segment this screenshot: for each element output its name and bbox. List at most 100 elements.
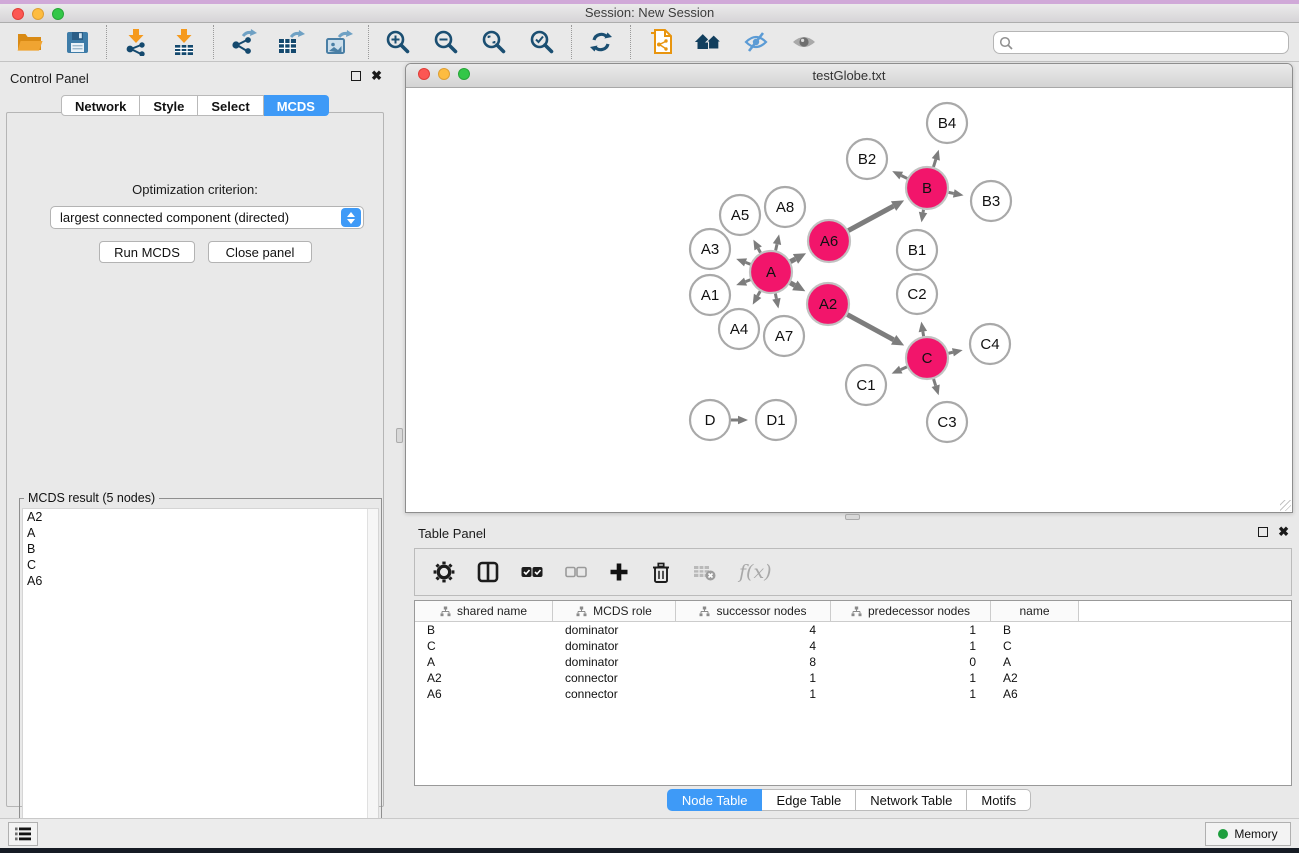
edge-arrowhead — [919, 322, 927, 333]
cell-predecessor-nodes: 0 — [831, 654, 991, 670]
close-network-window-button[interactable] — [418, 68, 430, 80]
edge-A-A3[interactable] — [746, 262, 751, 264]
tab-mcds[interactable]: MCDS — [264, 95, 329, 116]
run-mcds-button[interactable]: Run MCDS — [99, 241, 195, 263]
edge-A-A7[interactable] — [775, 294, 776, 299]
float-panel-icon[interactable] — [351, 71, 361, 81]
control-panel-tabs: NetworkStyleSelectMCDS — [0, 95, 390, 116]
open-folder-icon[interactable] — [15, 28, 43, 56]
tab-motifs[interactable]: Motifs — [967, 789, 1031, 811]
mcds-result-item[interactable]: A2 — [23, 509, 378, 525]
node-label-A7: A7 — [775, 328, 793, 345]
edge-B-B3[interactable] — [949, 192, 954, 193]
show-eye-icon[interactable] — [790, 28, 818, 56]
resize-grip-icon[interactable] — [1280, 500, 1291, 511]
mcds-result-list[interactable]: A2ABCA6 — [22, 508, 379, 845]
zoom-out-icon[interactable] — [432, 28, 460, 56]
edge-A6-B[interactable] — [848, 206, 893, 230]
criterion-select[interactable]: largest connected component (directed) — [50, 206, 364, 229]
column-header-shared-name[interactable]: shared name — [415, 601, 553, 621]
zoom-window-button[interactable] — [52, 8, 64, 20]
export-table-icon[interactable] — [277, 28, 305, 56]
mcds-result-item[interactable]: A — [23, 525, 378, 541]
delete-table-icon[interactable] — [693, 562, 717, 582]
network-canvas[interactable]: B4B2BB3A5A8A6A3B1AA1C2A2A4A7C4CC1DD1C3 — [406, 88, 1292, 512]
close-window-button[interactable] — [12, 8, 24, 20]
zoom-in-icon[interactable] — [384, 28, 412, 56]
column-header-name[interactable]: name — [991, 601, 1079, 621]
task-list-icon — [15, 827, 31, 841]
network-window-title: testGlobe.txt — [406, 64, 1292, 87]
edge-C-C3[interactable] — [934, 379, 936, 386]
table-row[interactable]: A6connector11A6 — [415, 686, 1291, 702]
edge-A2-C[interactable] — [847, 315, 893, 340]
edge-B-B2[interactable] — [901, 176, 907, 179]
tab-style[interactable]: Style — [140, 95, 198, 116]
import-table-icon[interactable] — [170, 28, 198, 56]
columns-icon[interactable] — [477, 561, 499, 583]
edge-C-C2[interactable] — [923, 332, 924, 337]
import-network-icon[interactable] — [122, 28, 150, 56]
minimize-network-window-button[interactable] — [438, 68, 450, 80]
column-header-MCDS-role[interactable]: MCDS role — [553, 601, 676, 621]
edge-arrowhead — [919, 212, 927, 223]
close-panel-icon[interactable]: ✖ — [371, 71, 382, 81]
table-row[interactable]: Cdominator41C — [415, 638, 1291, 654]
tab-network[interactable]: Network — [61, 95, 140, 116]
table-row[interactable]: Bdominator41B — [415, 622, 1291, 638]
edge-C-C1[interactable] — [901, 367, 907, 370]
edge-A-A1[interactable] — [746, 280, 751, 282]
cell-shared-name: C — [415, 638, 553, 654]
export-network-icon[interactable] — [229, 28, 257, 56]
homes-icon[interactable] — [694, 28, 722, 56]
column-header-successor-nodes[interactable]: successor nodes — [676, 601, 831, 621]
mcds-result-item[interactable]: A6 — [23, 573, 378, 589]
scrollbar-track[interactable] — [367, 509, 378, 844]
zoom-fit-icon[interactable] — [480, 28, 508, 56]
edge-A-A5[interactable] — [758, 248, 760, 252]
select-all-icon[interactable] — [521, 566, 543, 578]
save-icon[interactable] — [63, 28, 91, 56]
close-panel-button[interactable]: Close panel — [208, 241, 312, 263]
close-table-panel-icon[interactable]: ✖ — [1278, 527, 1289, 537]
task-history-button[interactable] — [8, 822, 38, 846]
node-label-A4: A4 — [730, 321, 748, 338]
export-image-icon[interactable] — [325, 28, 353, 56]
zoom-network-window-button[interactable] — [458, 68, 470, 80]
float-table-panel-icon[interactable] — [1258, 527, 1268, 537]
edge-A-A8[interactable] — [776, 244, 777, 250]
trash-icon[interactable] — [651, 561, 671, 584]
refresh-icon[interactable] — [587, 28, 615, 56]
minimize-window-button[interactable] — [32, 8, 44, 20]
column-header-predecessor-nodes[interactable]: predecessor nodes — [831, 601, 991, 621]
deselect-all-icon[interactable] — [565, 566, 587, 578]
search-input[interactable] — [993, 31, 1289, 54]
edge-A-A6[interactable] — [790, 259, 795, 262]
add-icon[interactable] — [609, 562, 629, 582]
network-window-titlebar[interactable]: testGlobe.txt — [406, 64, 1292, 88]
memory-button[interactable]: Memory — [1205, 822, 1291, 846]
edge-B-B4[interactable] — [933, 159, 935, 167]
tab-node-table[interactable]: Node Table — [667, 789, 763, 811]
vertical-split-handle[interactable] — [396, 428, 403, 443]
node-label-B1: B1 — [908, 242, 926, 259]
main-toolbar — [0, 23, 1299, 62]
tab-network-table[interactable]: Network Table — [856, 789, 967, 811]
edge-C-C4[interactable] — [948, 352, 952, 353]
column-header-filler — [1079, 601, 1291, 621]
hide-eye-icon[interactable] — [742, 28, 770, 56]
table-row[interactable]: A2connector11A2 — [415, 670, 1291, 686]
edge-A-A4[interactable] — [758, 291, 761, 296]
function-builder-icon[interactable]: f(x) — [739, 561, 772, 583]
cell-successor-nodes: 4 — [676, 622, 831, 638]
mcds-result-item[interactable]: B — [23, 541, 378, 557]
mcds-result-item[interactable]: C — [23, 557, 378, 573]
cell-successor-nodes: 1 — [676, 670, 831, 686]
table-row[interactable]: Adominator80A — [415, 654, 1291, 670]
copy-network-icon[interactable] — [646, 28, 674, 56]
zoom-selected-icon[interactable] — [528, 28, 556, 56]
tab-select[interactable]: Select — [198, 95, 263, 116]
edge-A-A2[interactable] — [790, 283, 795, 286]
gear-icon[interactable] — [433, 561, 455, 583]
tab-edge-table[interactable]: Edge Table — [762, 789, 856, 811]
